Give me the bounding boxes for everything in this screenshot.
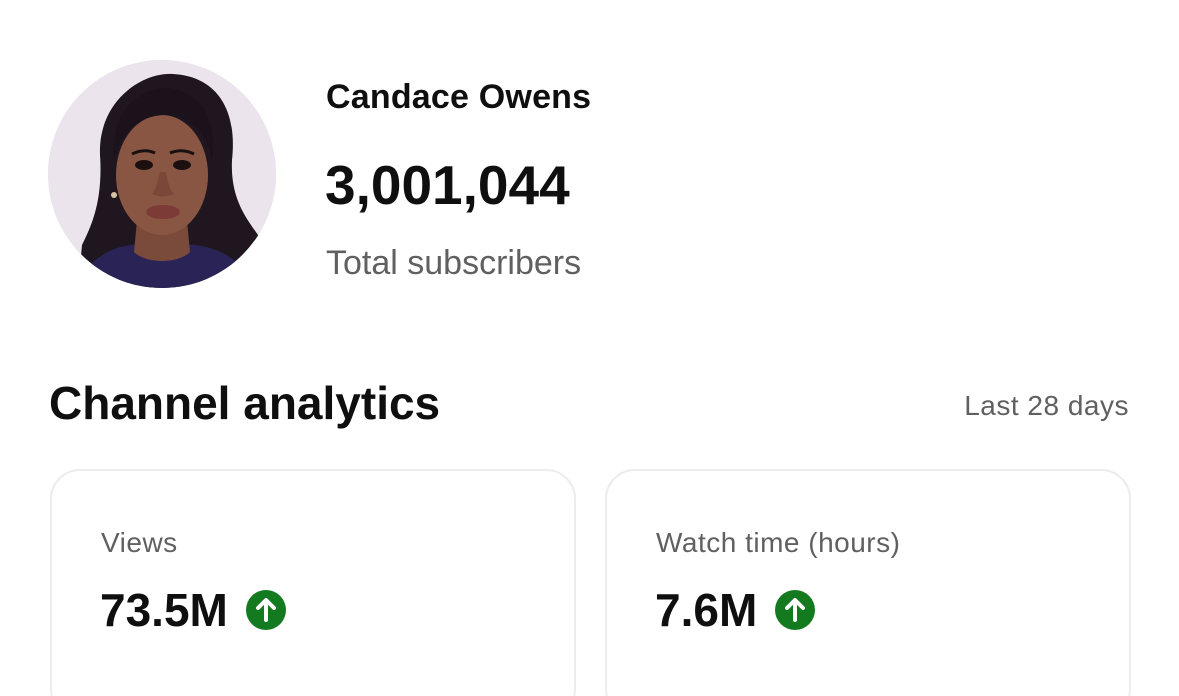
arrow-up-circle-icon bbox=[245, 590, 286, 630]
metric-value-row: 7.6M bbox=[655, 583, 816, 637]
channel-avatar[interactable] bbox=[48, 60, 276, 288]
channel-dashboard: Candace Owens 3,001,044 Total subscriber… bbox=[0, 0, 1179, 696]
metric-label: Watch time (hours) bbox=[656, 527, 901, 558]
period-label: Last 28 days bbox=[964, 390, 1129, 421]
metric-value: 73.5M bbox=[100, 584, 228, 636]
metric-label: Views bbox=[101, 527, 178, 558]
arrow-up-circle-icon bbox=[775, 590, 816, 630]
subscriber-count: 3,001,044 bbox=[325, 154, 570, 216]
channel-name[interactable]: Candace Owens bbox=[326, 78, 591, 117]
subscriber-label: Total subscribers bbox=[326, 244, 582, 282]
views-card[interactable]: Views 73.5M bbox=[50, 469, 576, 696]
watch-time-card[interactable]: Watch time (hours) 7.6M bbox=[605, 469, 1131, 696]
metric-value-row: 73.5M bbox=[100, 583, 286, 637]
metric-value: 7.6M bbox=[655, 584, 758, 636]
avatar-image bbox=[48, 60, 276, 288]
section-title: Channel analytics bbox=[49, 377, 441, 429]
